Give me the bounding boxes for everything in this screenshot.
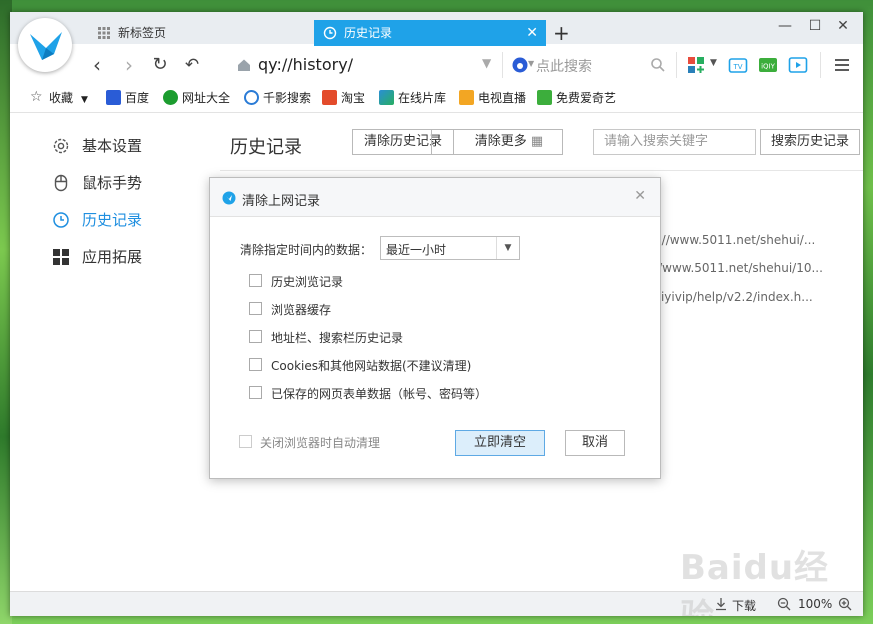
history-page: 基本设置 鼠标手势 历史记录 应用拓展 历史记录 清除历史记录 清除更多 ▦ 请… (10, 113, 863, 591)
clock-icon (323, 26, 337, 40)
tab-history[interactable]: 历史记录 ✕ (314, 20, 546, 46)
search-history-button[interactable]: 搜索历史记录 (760, 129, 860, 155)
url-dropdown-icon[interactable]: ▼ (482, 56, 491, 70)
sidebar-item-history[interactable]: 历史记录 (52, 209, 142, 231)
option-label: 已保存的网页表单数据（帐号、密码等） (271, 387, 488, 401)
dialog-header: 清除上网记录 ✕ (210, 178, 660, 217)
history-search-input[interactable]: 请输入搜索关键字 (593, 129, 756, 155)
bookmark-baidu[interactable]: 百度 (106, 90, 149, 106)
history-row-url[interactable]: ://www.5011.net/shehui/10... (650, 261, 823, 275)
undo-button[interactable]: ↶ (181, 54, 203, 76)
option-label: 历史浏览记录 (271, 275, 344, 289)
tab-bar: 新标签页 历史记录 ✕ + — ☐ ✕ (10, 12, 863, 46)
bookmark-taobao[interactable]: 淘宝 (322, 90, 365, 106)
baidu-icon (106, 90, 121, 105)
watermark: Baidu经验 (680, 548, 830, 616)
svg-text:TV: TV (732, 63, 742, 71)
tab-new-tab[interactable]: 新标签页 (88, 20, 314, 46)
film-icon (379, 90, 394, 105)
option-label: 浏览器缓存 (271, 303, 332, 317)
engine-dropdown-icon[interactable]: ▼ (528, 59, 534, 68)
back-button[interactable]: ‹ (86, 54, 108, 76)
star-icon: ☆ (30, 89, 43, 105)
gear-icon (53, 138, 69, 154)
tab-label: 历史记录 (344, 26, 393, 40)
bookmark-qianying[interactable]: 千影搜索 (244, 90, 311, 106)
bird-logo-icon (30, 32, 62, 60)
sidebar-item-basic-settings[interactable]: 基本设置 (52, 135, 142, 157)
divider (820, 52, 821, 78)
clear-now-button[interactable]: 立即清空 (455, 430, 545, 456)
cancel-button[interactable]: 取消 (565, 430, 625, 456)
search-box[interactable]: ▼ 点此搜索 (510, 53, 670, 77)
browser-logo-icon (222, 191, 236, 205)
divider (502, 52, 503, 78)
video-icon[interactable] (788, 55, 808, 75)
taobao-icon (322, 90, 337, 105)
bookmark-film-library[interactable]: 在线片库 (379, 90, 446, 106)
browser-logo (18, 18, 72, 72)
bookmark-tv-live[interactable]: 电视直播 (459, 90, 526, 106)
iqiyi-icon[interactable]: iQIY (758, 55, 778, 75)
chevron-down-icon[interactable]: ▼ (710, 58, 717, 68)
close-icon[interactable]: ✕ (526, 20, 538, 46)
close-icon[interactable]: ✕ (634, 188, 646, 204)
form-data-checkbox[interactable] (249, 386, 262, 399)
chevron-down-icon: ▼ (496, 237, 519, 259)
apps-icon (53, 249, 69, 265)
auto-clear-checkbox[interactable] (239, 435, 252, 448)
divider (676, 52, 677, 78)
browser-window: 新标签页 历史记录 ✕ + — ☐ ✕ ‹ › ↻ ↶ qy://history… (10, 12, 863, 616)
auto-clear-label: 关闭浏览器时自动清理 (260, 436, 381, 450)
clock-icon (53, 212, 69, 228)
new-tab-button[interactable]: + (553, 20, 573, 46)
grid-icon (98, 27, 110, 39)
sidebar-item-extensions[interactable]: 应用拓展 (52, 246, 142, 268)
option-label: 地址栏、搜索栏历史记录 (271, 331, 404, 345)
apps-grid-icon[interactable] (686, 55, 706, 75)
dialog-title: 清除上网记录 (242, 194, 321, 209)
iqiyi-icon (537, 90, 552, 105)
close-window-button[interactable]: ✕ (832, 18, 854, 38)
option-label: Cookies和其他网站数据(不建议清理) (271, 359, 472, 373)
cookies-checkbox[interactable] (249, 358, 262, 371)
chevron-down-icon: ▼ (81, 95, 88, 105)
bookmark-site-nav[interactable]: 网址大全 (163, 90, 230, 106)
search-placeholder: 点此搜索 (536, 59, 592, 75)
maximize-button[interactable]: ☐ (804, 18, 826, 38)
forward-button[interactable]: › (118, 54, 140, 76)
minimize-button[interactable]: — (774, 18, 796, 38)
range-label: 清除指定时间内的数据： (240, 243, 373, 257)
calendar-icon: ▦ (530, 134, 544, 149)
baidu-paw-icon (512, 57, 528, 73)
menu-icon[interactable] (832, 55, 852, 75)
sidebar-item-mouse-gestures[interactable]: 鼠标手势 (52, 172, 142, 194)
bookmark-favorites[interactable]: ☆ 收藏 ▼ (30, 90, 88, 106)
url-field[interactable]: qy://history/ (258, 55, 353, 74)
page-title: 历史记录 (230, 137, 302, 158)
history-checkbox[interactable] (249, 274, 262, 287)
refresh-button[interactable]: ↻ (149, 54, 171, 76)
cache-checkbox[interactable] (249, 302, 262, 315)
svg-text:iQIY: iQIY (761, 63, 776, 71)
tv-icon[interactable]: TV (728, 55, 748, 75)
time-range-select[interactable]: 最近一小时 ▼ (380, 236, 520, 260)
tab-label: 新标签页 (118, 26, 167, 40)
clear-more-button[interactable]: 清除更多 ▦ (431, 129, 563, 155)
bookmark-bar: ☆ 收藏 ▼ 百度 网址大全 千影搜索 淘宝 在线片库 电视直播 免费爱奇艺 (10, 84, 863, 113)
search-icon[interactable] (650, 57, 666, 73)
tv-icon (459, 90, 474, 105)
clear-browsing-dialog: 清除上网记录 ✕ 清除指定时间内的数据： 最近一小时 ▼ 历史浏览记录 浏览器缓… (209, 177, 661, 479)
history-row-url[interactable]: p://www.5011.net/shehui/... (650, 233, 815, 247)
bookmark-iqiyi[interactable]: 免费爱奇艺 (537, 90, 616, 106)
address-bar-history-checkbox[interactable] (249, 330, 262, 343)
home-icon[interactable] (236, 57, 252, 73)
mouse-icon (54, 174, 68, 192)
qianying-icon (244, 90, 259, 105)
history-row-url[interactable]: iqiyivip/help/v2.2/index.h... (650, 290, 813, 304)
address-bar: ‹ › ↻ ↶ qy://history/ ▼ ▼ 点此搜索 ▼ TV iQIY (10, 46, 863, 85)
site-nav-icon (163, 90, 178, 105)
divider (220, 170, 863, 171)
